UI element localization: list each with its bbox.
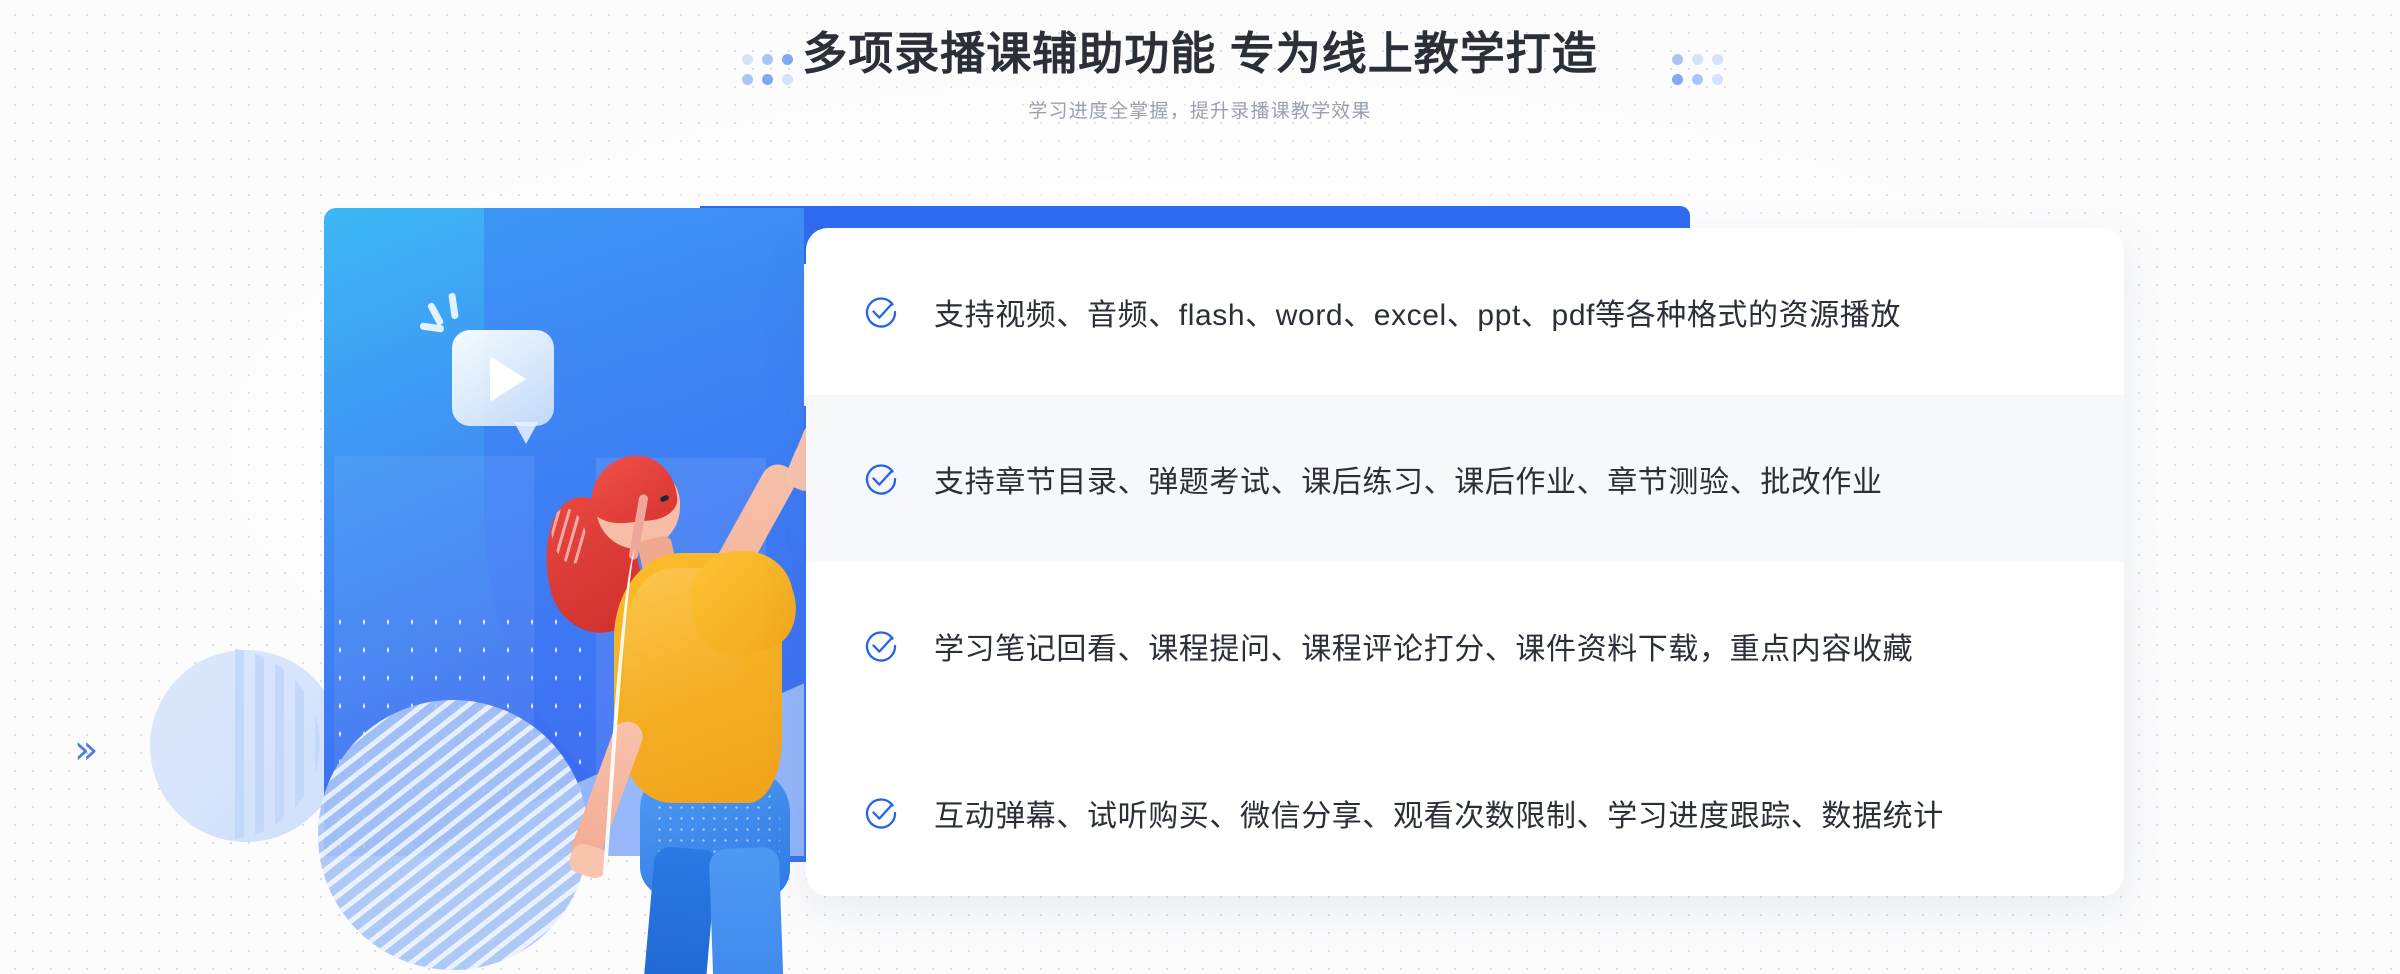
- page-stage: 多项录播课辅助功能 专为线上教学打造 学习进度全掌握，提升录播课教学效果 » «: [0, 0, 2400, 974]
- feature-row-2[interactable]: 支持章节目录、弹题考试、课后练习、课后作业、章节测验、批改作业: [806, 395, 2124, 562]
- feature-text: 支持视频、音频、flash、word、excel、ppt、pdf等各种格式的资源…: [934, 298, 1902, 332]
- feature-row-1[interactable]: 支持视频、音频、flash、word、excel、ppt、pdf等各种格式的资源…: [806, 228, 2124, 395]
- feature-text: 学习笔记回看、课程提问、课程评论打分、课件资料下载，重点内容收藏: [934, 632, 1914, 666]
- feature-text: 支持章节目录、弹题考试、课后练习、课后作业、章节测验、批改作业: [934, 465, 1883, 499]
- header: 多项录播课辅助功能 专为线上教学打造 学习进度全掌握，提升录播课教学效果: [0, 0, 2400, 123]
- leg-front: [708, 846, 786, 974]
- woman-pointing-illustration: [324, 208, 828, 974]
- check-circle-icon: [862, 627, 900, 665]
- feature-row-4[interactable]: 互动弹幕、试听购买、微信分享、观看次数限制、学习进度跟踪、数据统计: [806, 729, 2124, 896]
- page-subtitle: 学习进度全掌握，提升录播课教学效果: [1028, 101, 1372, 123]
- chevron-right-double-icon: »: [74, 727, 99, 773]
- page-title: 多项录播课辅助功能 专为线上教学打造: [802, 28, 1598, 79]
- features-card: 支持视频、音频、flash、word、excel、ppt、pdf等各种格式的资源…: [806, 228, 2124, 896]
- check-circle-icon: [862, 460, 900, 498]
- check-circle-icon: [862, 293, 900, 331]
- hair-top: [586, 451, 680, 527]
- check-circle-icon: [862, 794, 900, 832]
- feature-text: 互动弹幕、试听购买、微信分享、观看次数限制、学习进度跟踪、数据统计: [934, 799, 1944, 833]
- feature-row-3[interactable]: 学习笔记回看、课程提问、课程评论打分、课件资料下载，重点内容收藏: [806, 562, 2124, 729]
